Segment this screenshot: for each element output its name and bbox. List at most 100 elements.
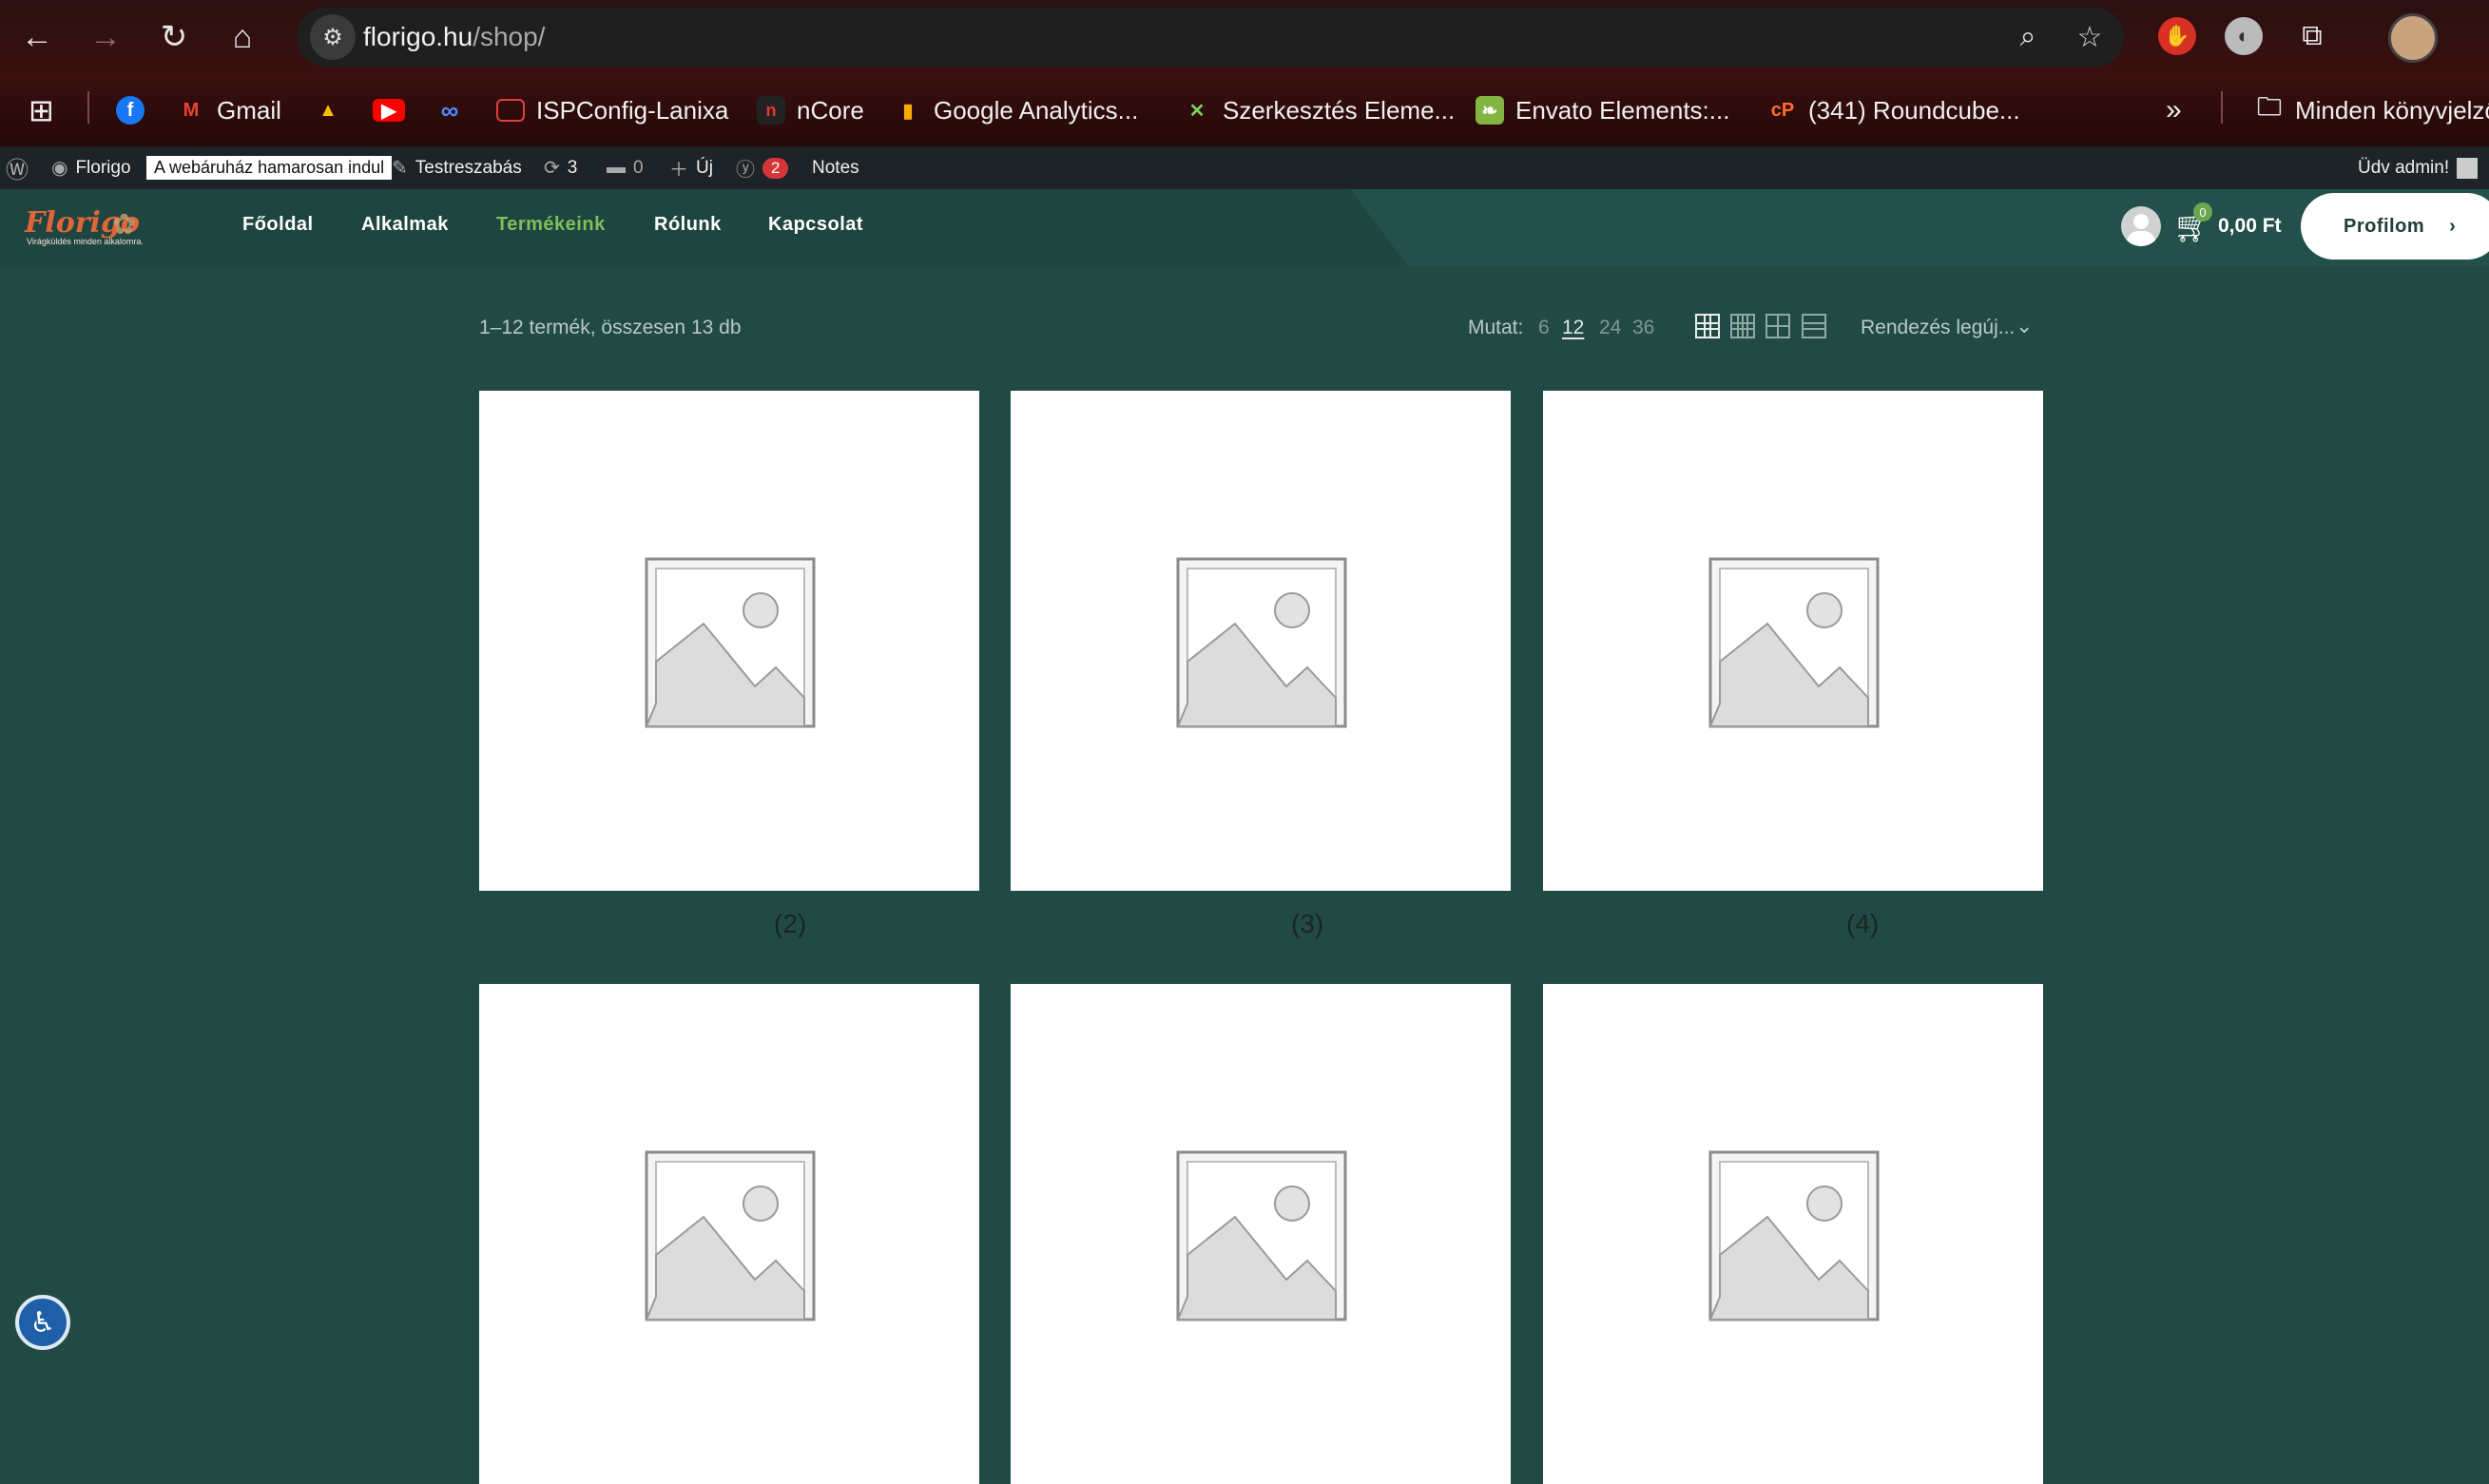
bookmark-ispconfig[interactable]: ISPConfig-Lanixa	[496, 93, 728, 127]
product-card[interactable]	[479, 391, 979, 891]
yoast-seo-link[interactable]: ⓨ 2	[736, 146, 789, 189]
store-coming-soon-notice[interactable]: A webáruház hamarosan indul	[146, 146, 393, 189]
facebook-bookmark[interactable]: f	[116, 93, 145, 127]
all-bookmarks-label: Minden könyvjelző	[2295, 95, 2489, 125]
user-account-icon[interactable]	[2121, 206, 2161, 246]
url-host: florigo.hu	[363, 22, 473, 51]
more-bookmarks-chevron-icon[interactable]: »	[2166, 93, 2182, 127]
elementor-icon: ✕	[1188, 100, 1206, 122]
grid-view-2-icon[interactable]	[1765, 314, 1790, 338]
bookmark-label: Gmail	[217, 95, 281, 125]
bookmark-label: (341) Roundcube...	[1808, 95, 2020, 125]
bookmark-gmail[interactable]: M Gmail	[177, 93, 281, 127]
wordpress-logo-icon[interactable]: Ⓦ	[6, 146, 29, 189]
reload-icon[interactable]: ↻	[148, 11, 200, 63]
product-card[interactable]	[1011, 391, 1511, 891]
bookmark-elementor[interactable]: ✕ Szerkesztés Eleme...	[1183, 93, 1456, 127]
accessibility-icon[interactable]: ♿︎	[15, 1295, 70, 1350]
paintbrush-icon: ✎	[392, 158, 408, 179]
cart-total[interactable]: 0,00 Ft	[2218, 215, 2282, 238]
updates-link[interactable]: ⟳ 3	[544, 146, 577, 189]
comment-icon: ▬	[607, 157, 626, 178]
back-icon[interactable]: ←	[11, 11, 63, 63]
bookmark-ncore[interactable]: n nCore	[757, 93, 864, 127]
folder-icon: 🗀	[2256, 92, 2282, 121]
menu-item-rolunk[interactable]: Rólunk	[654, 214, 722, 236]
zoom-icon[interactable]: ⌕	[2008, 17, 2048, 57]
adblock-extension-icon[interactable]: ✋	[2158, 17, 2196, 55]
dashboard-icon: ◉	[51, 158, 68, 179]
google-drive-bookmark[interactable]: ▲	[314, 93, 342, 127]
bookmark-roundcube[interactable]: cP (341) Roundcube...	[1768, 93, 2020, 127]
site-logo[interactable]: Florigo ✿ Virágküldés minden alkalomra.	[25, 202, 184, 252]
image-placeholder-icon	[645, 557, 816, 728]
per-page-label: Mutat:	[1468, 317, 1524, 338]
address-bar[interactable]: ⚙ florigo.hu/shop/ ⌕ ☆	[297, 8, 2124, 67]
comments-link[interactable]: ▬ 0	[607, 146, 644, 189]
bookmark-envato[interactable]: ❧ Envato Elements:...	[1476, 93, 1729, 127]
meta-bookmark[interactable]: ∞	[435, 93, 464, 127]
my-account-link[interactable]: Üdv admin!	[2358, 146, 2479, 189]
per-page-option-36[interactable]: 36	[1632, 317, 1654, 339]
wp-admin-bar: Ⓦ ◉ Florigo A webáruház hamarosan indul ✎…	[0, 146, 2489, 189]
customize-label: Testreszabás	[415, 157, 522, 178]
drive-icon: ▲	[318, 99, 338, 121]
cpanel-icon: cP	[1770, 99, 1795, 121]
admin-avatar	[2457, 157, 2479, 179]
facebook-icon: f	[116, 96, 145, 125]
image-placeholder-icon	[1176, 1150, 1347, 1321]
forward-icon[interactable]: →	[80, 11, 131, 63]
bookmark-label: Envato Elements:...	[1515, 95, 1730, 125]
browser-toolbar: ← → ↻ ⌂ ⚙ florigo.hu/shop/ ⌕ ☆ ✋ ◐ ⧉	[0, 0, 2489, 74]
result-count: 1–12 termék, összesen 13 db	[479, 317, 742, 338]
bookmark-analytics[interactable]: ▮ Google Analytics...	[894, 93, 1138, 127]
notes-label: Notes	[812, 157, 859, 178]
bookmark-star-icon[interactable]: ☆	[2070, 17, 2110, 57]
customize-link[interactable]: ✎ Testreszabás	[392, 146, 522, 189]
chevron-right-icon: ›	[2449, 215, 2457, 237]
product-card[interactable]	[1543, 984, 2043, 1484]
extension-icon[interactable]: ◐	[2225, 17, 2263, 55]
url-text[interactable]: florigo.hu/shop/	[363, 22, 545, 52]
profile-button[interactable]: Profilom ›	[2301, 193, 2489, 260]
list-view-icon[interactable]	[1802, 314, 1826, 338]
per-page-option-6[interactable]: 6	[1538, 317, 1550, 339]
admin-site-name[interactable]: ◉ Florigo	[51, 146, 131, 189]
menu-item-kapcsolat[interactable]: Kapcsolat	[768, 214, 863, 236]
yoast-badge: 2	[762, 157, 789, 179]
apps-grid-icon[interactable]: ⊞	[29, 93, 54, 127]
per-page-option-24[interactable]: 24	[1599, 317, 1621, 339]
notes-link[interactable]: Notes	[812, 146, 859, 189]
home-icon[interactable]: ⌂	[217, 11, 268, 63]
browser-profile-avatar[interactable]	[2388, 13, 2438, 63]
product-price: (4)	[1846, 909, 1880, 938]
url-path: /shop/	[473, 22, 546, 51]
product-card[interactable]	[1543, 391, 2043, 891]
per-page-option-12[interactable]: 12	[1562, 317, 1584, 339]
chevron-down-icon[interactable]: ⌄	[2016, 314, 2033, 338]
menu-item-alkalmak[interactable]: Alkalmak	[361, 214, 449, 236]
bookmark-label: Google Analytics...	[934, 95, 1139, 125]
all-bookmarks-folder[interactable]: 🗀 Minden könyvjelző	[2255, 92, 2489, 127]
bookmark-label: Szerkesztés Eleme...	[1223, 95, 1456, 125]
product-price: (2)	[774, 909, 807, 938]
plus-icon: ＋	[669, 160, 688, 181]
sort-select[interactable]: Rendezés legúj...	[1861, 317, 2015, 339]
youtube-icon: ▶	[373, 99, 405, 122]
extensions-puzzle-icon[interactable]: ⧉	[2293, 17, 2331, 55]
bookmark-label: nCore	[797, 95, 864, 125]
comments-count: 0	[633, 157, 644, 178]
product-card[interactable]	[1011, 984, 1511, 1484]
product-card[interactable]	[479, 984, 979, 1484]
youtube-bookmark[interactable]: ▶	[373, 93, 405, 127]
grid-view-4-icon[interactable]	[1730, 314, 1755, 338]
meta-icon: ∞	[440, 95, 459, 125]
cart-count-badge: 0	[2193, 202, 2212, 222]
bookmark-divider	[87, 91, 89, 124]
menu-item-termekeink[interactable]: Termékeink	[496, 214, 606, 236]
grid-view-3-icon[interactable]	[1695, 314, 1720, 338]
menu-item-fooldal[interactable]: Főoldal	[242, 214, 314, 236]
site-settings-icon[interactable]: ⚙	[310, 14, 356, 60]
site-header: Florigo ✿ Virágküldés minden alkalomra. …	[0, 189, 2489, 265]
new-content-link[interactable]: ＋ Új	[669, 146, 713, 189]
